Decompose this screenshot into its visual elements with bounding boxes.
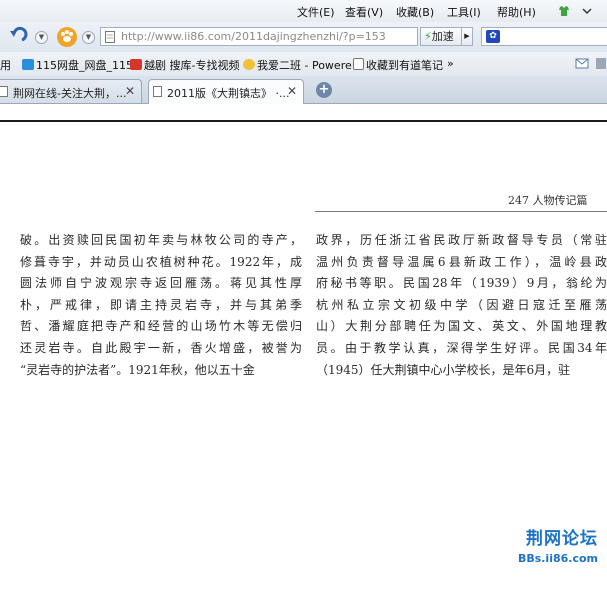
header-rule xyxy=(315,211,607,212)
bookmark-youdao[interactable]: 收藏到有道笔记 xyxy=(353,57,443,73)
home-dropdown-icon[interactable]: ▼ xyxy=(82,31,95,44)
text-line: 圆法师自宁波观宗寺返回雁荡。蒋见其性厚 xyxy=(20,276,302,291)
forum-watermark: 荆网论坛 BBs.ii86.com xyxy=(498,524,598,565)
url-text: http://www.ii86.com/2011dajingzhenzhi/?p… xyxy=(121,30,386,43)
soku-icon xyxy=(130,59,142,70)
undo-back-icon[interactable] xyxy=(6,26,28,48)
bookmark-yueju[interactable]: 越剧 搜库-专找视频 xyxy=(130,57,239,73)
menu-help[interactable]: 帮助(H) xyxy=(497,4,536,20)
tab-jingwang[interactable]: 荆网在线-关注大荆，... ✕ xyxy=(0,79,142,103)
page-icon xyxy=(105,31,115,43)
page-icon xyxy=(353,58,364,70)
text-line: 哲、潘耀庭把寺产和经营的山场竹木等无偿归 xyxy=(20,319,302,334)
text-line: 温州负责督导温属6县新政工作），温岭县政 xyxy=(316,254,607,269)
tab-bar: 荆网在线-关注大荆，... ✕ 2011版《大荆镇志》 ·... ✕ + xyxy=(0,76,607,104)
page-content: 247 人物传记篇 破。出资赎回民国初年卖与林牧公司的寺产， 修葺寺宇，并动员山… xyxy=(0,104,607,600)
text-line: 山）大荆分部聘任为国文、英文、外国地理教 xyxy=(316,319,607,334)
page-icon xyxy=(153,86,162,97)
bookmark-yueju-label: 越剧 搜库-专找视频 xyxy=(144,59,240,72)
bolt-icon: ⚡ xyxy=(424,30,432,43)
paw-home-icon[interactable] xyxy=(55,25,77,47)
menu-bar: 文件(E) 查看(V) 收藏(B) 工具(I) 帮助(H) xyxy=(0,0,607,22)
accelerate-label: 加速 xyxy=(431,30,454,43)
close-icon[interactable]: ✕ xyxy=(287,84,297,98)
address-toolbar: ▼ ▼ http://www.ii86.com/2011dajingzhenzh… xyxy=(0,22,607,52)
menu-more-icon[interactable] xyxy=(582,6,592,16)
bookmark-truncated[interactable]: 用 xyxy=(0,57,11,73)
bookmark-youdao-label: 收藏到有道笔记 xyxy=(366,59,443,72)
tab-label: 2011版《大荆镇志》 ·... xyxy=(167,87,290,100)
bookmark-115-label: 115网盘_网盘_115 xyxy=(36,59,133,72)
bookmark-erban-label: 我爱二班 - Powere xyxy=(257,59,352,72)
page-top-rule xyxy=(0,120,607,122)
bookmark-115[interactable]: 115网盘_网盘_115 xyxy=(22,57,133,73)
text-line: （1945）任大荆镇中心小学校长，是年6月，驻 xyxy=(316,362,571,377)
text-line: 还灵岩寺。自此殿宇一新，香火增盛，被誉为 xyxy=(20,340,302,355)
page-icon xyxy=(0,86,8,97)
bookmarks-overflow[interactable]: » xyxy=(447,57,454,70)
mail-icon[interactable] xyxy=(575,58,591,70)
go-arrow-icon[interactable]: ▶ xyxy=(461,27,473,46)
accelerate-button[interactable]: ⚡加速 xyxy=(420,27,462,46)
menu-tools[interactable]: 工具(I) xyxy=(447,4,481,20)
left-column: 破。出资赎回民国初年卖与林牧公司的寺产， 修葺寺宇，并动员山农植树种花。1922… xyxy=(20,230,302,381)
text-line: 破。出资赎回民国初年卖与林牧公司的寺产， xyxy=(20,233,302,247)
tab-label: 荆网在线-关注大荆，... xyxy=(13,87,127,100)
back-dropdown-icon[interactable]: ▼ xyxy=(35,31,48,44)
cloud-disk-icon xyxy=(22,59,34,70)
menu-favorites[interactable]: 收藏(B) xyxy=(396,4,434,20)
url-input[interactable]: http://www.ii86.com/2011dajingzhenzhi/?p… xyxy=(100,27,518,46)
right-column: 政界，历任浙江省民政厅新政督导专员（常驻 温州负责督导温属6县新政工作），温岭县… xyxy=(316,230,607,381)
new-tab-button[interactable]: + xyxy=(316,82,332,98)
watermark-title: 荆网论坛 xyxy=(526,529,598,549)
page-header: 247 人物传记篇 xyxy=(508,194,588,207)
tab-zhenzhi[interactable]: 2011版《大荆镇志》 ·... ✕ xyxy=(148,79,304,104)
search-engine-icon[interactable]: ✿ xyxy=(486,30,500,43)
text-line: 员。由于教学认真，深得学生好评。民国34年 xyxy=(316,340,607,355)
watermark-url: BBs.ii86.com xyxy=(517,552,598,565)
menu-view[interactable]: 查看(V) xyxy=(345,4,383,20)
menu-file[interactable]: 文件(E) xyxy=(297,4,335,20)
bookmark-erban[interactable]: 我爱二班 - Powere xyxy=(243,57,352,73)
tshirt-icon[interactable] xyxy=(558,5,570,17)
text-line: 修葺寺宇，并动员山农植树种花。1922年，成 xyxy=(20,254,302,269)
text-line: 杭州私立宗文初级中学（因避日寇迁至雁荡 xyxy=(316,297,607,312)
text-line: “灵岩寺的护法者”。1921年秋，他以五十金 xyxy=(20,362,255,377)
bookmarks-bar: 用 115网盘_网盘_115 越剧 搜库-专找视频 我爱二班 - Powere … xyxy=(0,52,607,77)
sun-icon xyxy=(243,59,255,70)
close-icon[interactable]: ✕ xyxy=(125,84,135,98)
text-line: 政界，历任浙江省民政厅新政督导专员（常驻 xyxy=(316,233,607,247)
text-line: 府秘书等职。民国28年（1939）9月，翁纶为 xyxy=(316,276,607,291)
search-input[interactable]: ✿ xyxy=(481,27,607,46)
feed-icon[interactable] xyxy=(596,58,606,70)
text-line: 朴，严戒律，即请主持灵岩寺，并与其弟季 xyxy=(20,297,302,312)
